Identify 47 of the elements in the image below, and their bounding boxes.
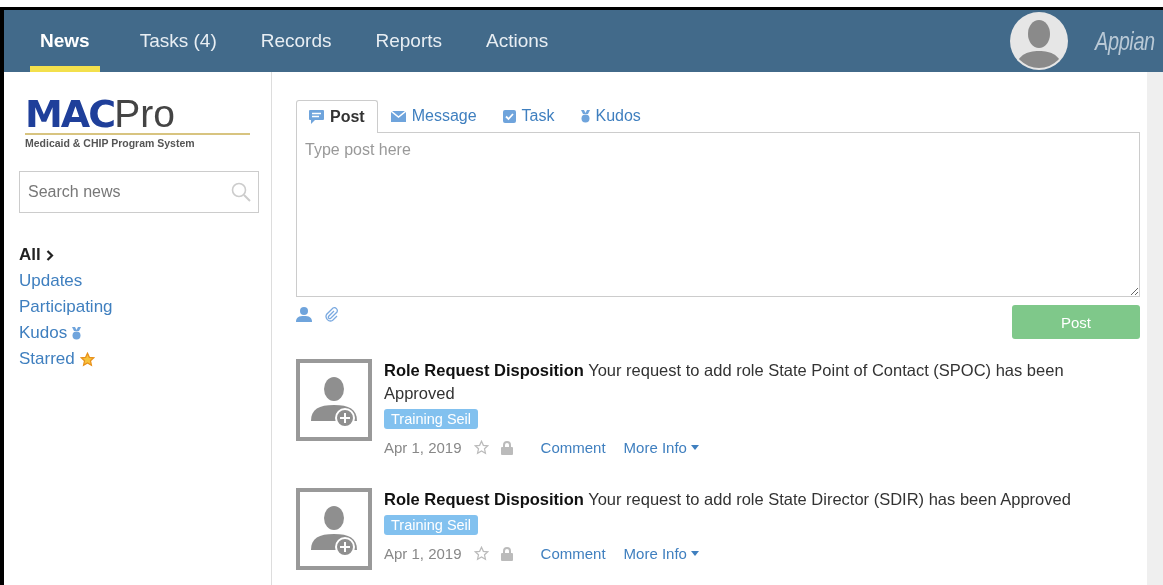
- nav-tab[interactable]: News: [30, 10, 100, 72]
- nav-tab[interactable]: Records: [256, 10, 336, 72]
- post-text-area[interactable]: Type post here: [296, 132, 1140, 297]
- envelope-icon: [390, 110, 406, 122]
- speech-bubble-icon: [309, 110, 324, 124]
- lock-icon: [500, 546, 513, 561]
- filter-link[interactable]: All: [19, 245, 41, 265]
- composer-tab[interactable]: Kudos: [567, 99, 654, 132]
- search-icon[interactable]: [231, 182, 251, 202]
- user-avatar-icon[interactable]: [1010, 12, 1069, 70]
- post-date: Apr 1, 2019: [384, 439, 462, 456]
- star-icon: [79, 351, 95, 367]
- logo-text: Pro: [114, 94, 175, 133]
- filter-link[interactable]: Participating: [19, 297, 113, 317]
- search-field[interactable]: Search news: [19, 171, 259, 213]
- filter-link[interactable]: Kudos: [19, 323, 68, 343]
- checkbox-icon: [502, 109, 516, 123]
- user-add-icon: [296, 359, 372, 441]
- chevron-right-icon: [45, 249, 54, 261]
- star-icon[interactable]: [473, 546, 489, 561]
- nav-tab[interactable]: Reports: [371, 10, 446, 72]
- brand-name: Appian: [1095, 26, 1155, 56]
- filter-link[interactable]: Updates: [19, 271, 83, 291]
- post-date: Apr 1, 2019: [384, 545, 462, 562]
- user-add-icon: [296, 488, 372, 570]
- star-icon[interactable]: [473, 440, 489, 455]
- medal-icon: [580, 109, 590, 123]
- composer-tab[interactable]: Post: [296, 100, 378, 133]
- more-info-link[interactable]: More Info: [623, 439, 699, 456]
- medal-icon: [72, 326, 82, 340]
- composer-tab[interactable]: Task: [489, 99, 568, 132]
- logo-tagline: Medicaid & CHIP Program System: [25, 137, 195, 149]
- comment-link[interactable]: Comment: [540, 545, 606, 562]
- lock-icon: [500, 440, 513, 455]
- caret-icon: [690, 551, 699, 556]
- more-info-link[interactable]: More Info: [623, 545, 699, 562]
- notification-text: Role Request Disposition Your request to add role State Director (SDIR) has been Approved: [384, 489, 1071, 510]
- composer-tab[interactable]: Message: [377, 99, 490, 132]
- notification-text: Role Request Disposition Your request to add role State Point of Contact (SPOC) has been Approved: [384, 360, 1065, 404]
- comment-link[interactable]: Comment: [540, 439, 606, 456]
- person-icon[interactable]: [296, 307, 312, 322]
- paperclip-icon[interactable]: [324, 307, 339, 322]
- nav-tab[interactable]: Actions: [482, 10, 553, 72]
- caret-icon: [690, 445, 699, 450]
- nav-tab[interactable]: Tasks (4): [135, 10, 221, 72]
- filter-link[interactable]: Starred: [19, 349, 75, 369]
- logo-text: MAC: [25, 95, 115, 133]
